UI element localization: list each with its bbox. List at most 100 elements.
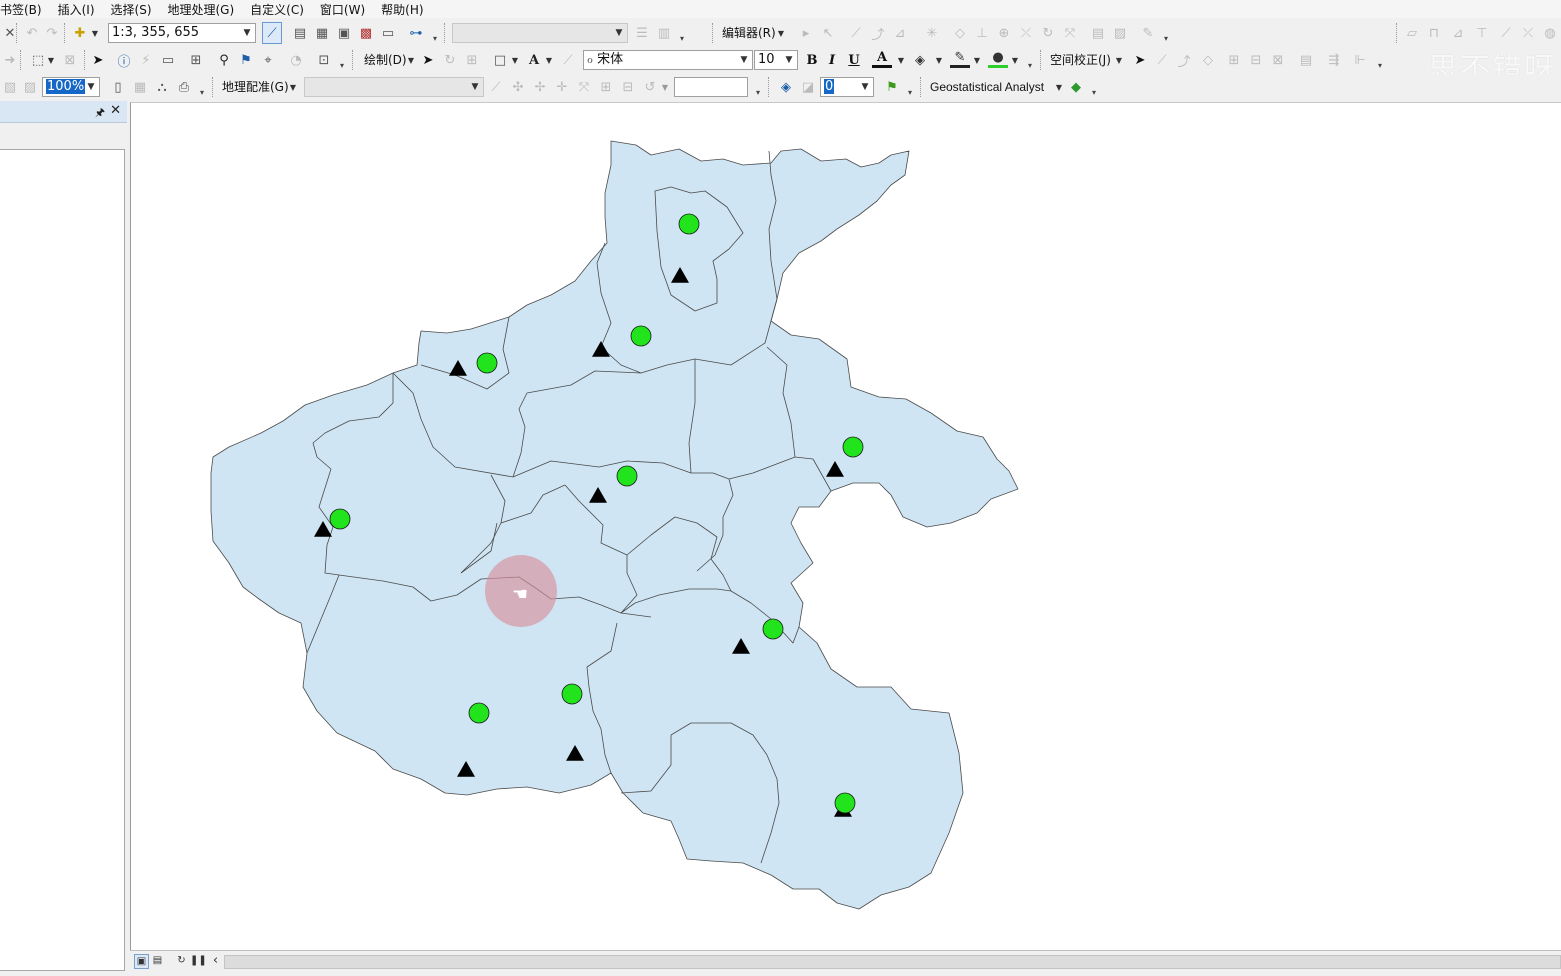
topology-generalize-icon[interactable]: ⟋ bbox=[1496, 22, 1516, 44]
topology-modify-icon[interactable]: ⊿ bbox=[1448, 22, 1468, 44]
horizontal-scrollbar[interactable] bbox=[224, 955, 1561, 969]
geostat-wizard-icon[interactable]: ◆ bbox=[1066, 76, 1086, 98]
toolbar-options-icon[interactable]: ▾ bbox=[754, 88, 762, 98]
go-to-xy-icon[interactable]: ⌖ bbox=[258, 49, 278, 71]
sketch-properties-icon[interactable]: ▨ bbox=[1110, 22, 1130, 44]
text-tool-icon[interactable]: A bbox=[524, 49, 544, 71]
add-data-icon[interactable]: ✚ bbox=[70, 22, 90, 44]
geostat-dropdown-icon[interactable]: ▼ bbox=[1054, 76, 1064, 98]
toolbar-grip[interactable] bbox=[352, 50, 356, 70]
clear-selection-icon[interactable]: ⊠ bbox=[60, 49, 80, 71]
table-of-contents-icon[interactable]: ▤ bbox=[290, 22, 310, 44]
link-table-icon[interactable]: ▤ bbox=[1296, 49, 1316, 71]
rotate-icon[interactable]: ↻ bbox=[1038, 22, 1058, 44]
link-dropdown-icon[interactable]: ▼ bbox=[660, 76, 670, 98]
delete-link-icon[interactable]: ⊟ bbox=[618, 76, 638, 98]
layer-combo[interactable]: ▼ bbox=[452, 23, 628, 43]
fill-color-icon[interactable]: ◈ bbox=[910, 49, 930, 71]
print-preview-icon[interactable]: ⎙ bbox=[174, 76, 194, 98]
georef-transform-field[interactable] bbox=[674, 77, 748, 97]
arctoolbox-icon[interactable]: ▩ bbox=[356, 22, 376, 44]
toolbar-options-icon[interactable]: ▾ bbox=[1090, 88, 1098, 98]
attribute-transfer-icon[interactable]: ⇶ bbox=[1324, 49, 1344, 71]
rotate-element-icon[interactable]: ↻ bbox=[440, 49, 460, 71]
topology-reshape-icon[interactable]: ⊓ bbox=[1424, 22, 1444, 44]
font-color-dropdown-icon[interactable]: ▼ bbox=[896, 49, 906, 71]
edge-match-icon[interactable]: ⊩ bbox=[1350, 49, 1370, 71]
font-color-button[interactable]: A bbox=[872, 49, 892, 68]
edit-annotation-icon[interactable]: ↖ bbox=[818, 22, 838, 44]
select-features-icon[interactable]: ⬚ bbox=[28, 49, 48, 71]
draw-select-icon[interactable]: ➤ bbox=[418, 49, 438, 71]
spatial-adjust-dropdown-icon[interactable]: ▼ bbox=[1114, 49, 1124, 71]
identity-link-icon[interactable]: ⊞ bbox=[1224, 49, 1244, 71]
marker-color-icon[interactable]: ● bbox=[988, 49, 1008, 68]
edit-vertices-draw-icon[interactable]: ⟋ bbox=[558, 49, 578, 71]
zoom-to-selected-icon[interactable]: ⊞ bbox=[462, 49, 482, 71]
undo-icon[interactable]: ↶ bbox=[22, 22, 42, 44]
line-color-dropdown-icon[interactable]: ▼ bbox=[972, 49, 982, 71]
georeferencing-menu[interactable]: 地理配准(G) bbox=[222, 76, 289, 98]
add-data-dropdown-icon[interactable]: ▼ bbox=[90, 22, 100, 44]
flag-icon[interactable]: ⚑ bbox=[882, 76, 902, 98]
table-of-contents-body[interactable] bbox=[0, 149, 125, 971]
topology-align-icon[interactable]: ⊤ bbox=[1472, 22, 1492, 44]
point-icon[interactable]: ✳ bbox=[922, 22, 942, 44]
raster-zoom-combo[interactable]: 100% ▼ bbox=[42, 77, 100, 97]
multiple-link-icon[interactable]: ◇ bbox=[1198, 49, 1218, 71]
arc-segment-icon[interactable]: ⤴ bbox=[868, 22, 888, 44]
reshape-icon[interactable]: ⊥ bbox=[972, 22, 992, 44]
new-displacement-link-icon[interactable]: ⟋ bbox=[1152, 49, 1172, 71]
close-icon[interactable]: ✕ bbox=[110, 103, 121, 118]
cut-polygon-icon[interactable]: ⊕ bbox=[994, 22, 1014, 44]
toolbar-grip[interactable] bbox=[212, 77, 216, 97]
search-window-icon[interactable]: ▣ bbox=[334, 22, 354, 44]
pause-drawing-icon[interactable]: ❚❚ bbox=[190, 954, 207, 969]
layout-grid-icon[interactable]: ▦ bbox=[130, 76, 150, 98]
editor-dropdown-icon[interactable]: ▼ bbox=[776, 22, 786, 44]
limited-adjust-icon[interactable]: ⊟ bbox=[1246, 49, 1266, 71]
map-canvas[interactable]: ☚ bbox=[131, 103, 1561, 950]
create-viewer-window-icon[interactable]: ⊡ bbox=[314, 49, 334, 71]
toolbar-grip[interactable] bbox=[920, 77, 924, 97]
find-route-icon[interactable]: ⚑ bbox=[236, 49, 256, 71]
topology-edit-icon[interactable]: ▱ bbox=[1402, 22, 1422, 44]
geostatistical-analyst-menu[interactable]: Geostatistical Analyst bbox=[930, 76, 1044, 98]
toolbar-options-icon[interactable]: ▾ bbox=[1026, 61, 1034, 71]
layout-view-button[interactable]: ▤ bbox=[150, 954, 165, 969]
menu-geoprocessing[interactable]: 地理处理(G) bbox=[168, 1, 235, 18]
map-scale-combo[interactable]: 1:3, 355, 655 ▼ bbox=[108, 23, 256, 43]
scroll-left-icon[interactable]: ‹ bbox=[208, 954, 223, 969]
layer-opacity-combo[interactable]: 0 ▼ bbox=[820, 77, 874, 97]
find-icon[interactable]: ⚲ bbox=[214, 49, 234, 71]
scale-icon[interactable]: ⤧ bbox=[1060, 22, 1080, 44]
edit-vertices-icon[interactable]: ◇ bbox=[950, 22, 970, 44]
select-link-icon[interactable]: ⤧ bbox=[574, 76, 594, 98]
swipe-icon[interactable]: ☰ bbox=[632, 22, 652, 44]
toolbar-grip[interactable] bbox=[16, 23, 20, 43]
image-swipe-icon[interactable]: ▨ bbox=[20, 76, 40, 98]
attributes-icon[interactable]: ▤ bbox=[1088, 22, 1108, 44]
draw-dropdown-icon[interactable]: ▼ bbox=[406, 49, 416, 71]
draw-menu[interactable]: 绘制(D) bbox=[364, 49, 407, 71]
toolbar-options-icon[interactable]: ▾ bbox=[678, 34, 686, 44]
hyperlink-icon[interactable]: ⚡ bbox=[136, 49, 156, 71]
rotate-raster-icon[interactable]: ⟋ bbox=[486, 76, 506, 98]
identify-icon[interactable]: ⓘ bbox=[114, 49, 134, 71]
toolbar-options-icon[interactable]: ▾ bbox=[1162, 34, 1170, 44]
layout-page-icon[interactable]: ▯ bbox=[108, 76, 128, 98]
scale-raster-icon[interactable]: ✢ bbox=[530, 76, 550, 98]
toolbar-grip[interactable] bbox=[20, 50, 24, 70]
histogram-icon[interactable]: ▥ bbox=[654, 22, 674, 44]
straight-segment-icon[interactable]: ⟋ bbox=[846, 22, 866, 44]
catalog-icon[interactable]: ▦ bbox=[312, 22, 332, 44]
menu-insert[interactable]: 插入(I) bbox=[58, 1, 95, 18]
adjust-transparency-icon[interactable]: ◪ bbox=[798, 76, 818, 98]
line-color-icon[interactable]: ✎ bbox=[950, 49, 970, 68]
menu-help[interactable]: 帮助(H) bbox=[381, 1, 423, 18]
georef-layer-combo[interactable]: ▼ bbox=[304, 77, 484, 97]
create-features-icon[interactable]: ✎ bbox=[1138, 22, 1158, 44]
text-dropdown-icon[interactable]: ▼ bbox=[544, 49, 554, 71]
adjust-select-icon[interactable]: ➤ bbox=[1130, 49, 1150, 71]
underline-button[interactable]: U bbox=[844, 49, 864, 71]
